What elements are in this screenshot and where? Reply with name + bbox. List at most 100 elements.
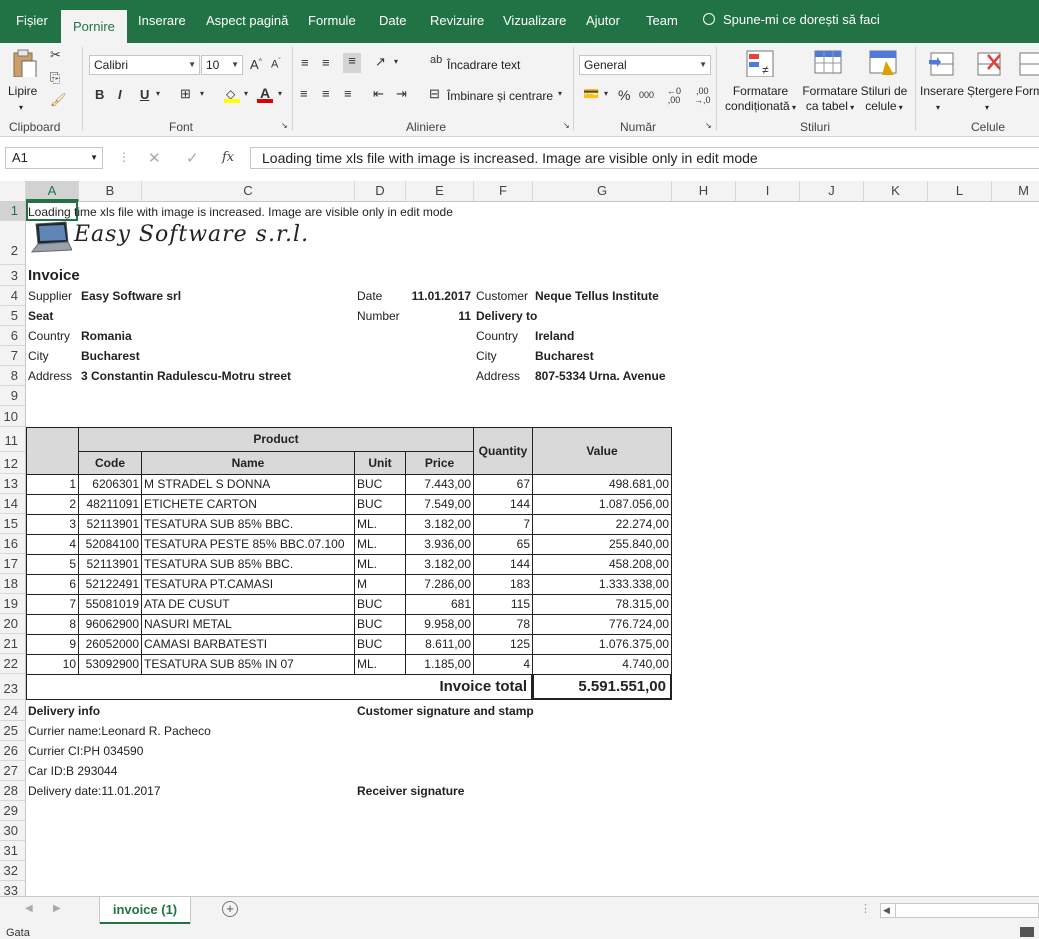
column-header-i[interactable]: I	[736, 181, 800, 201]
row-header[interactable]: 1	[0, 201, 25, 221]
column-header-h[interactable]: H	[672, 181, 736, 201]
merge-center-button[interactable]: Îmbinare și centrare	[447, 89, 553, 103]
column-header-a[interactable]: A	[26, 181, 79, 201]
row-header[interactable]: 24	[0, 700, 25, 721]
row-header[interactable]: 11	[0, 427, 25, 452]
column-header-d[interactable]: D	[355, 181, 406, 201]
bold-button[interactable]: B	[95, 87, 104, 102]
column-header-e[interactable]: E	[406, 181, 474, 201]
row-header[interactable]: 8	[0, 366, 25, 386]
scroll-left-icon[interactable]: ◀	[25, 903, 33, 914]
dialog-launcher-icon[interactable]: ↘	[281, 121, 288, 130]
tell-me-search[interactable]: Spune-mi ce dorești să faci	[703, 12, 880, 27]
row-header[interactable]: 9	[0, 386, 25, 406]
row-header[interactable]: 2	[0, 221, 25, 265]
sheet-tab-invoice[interactable]: invoice (1)	[100, 897, 190, 925]
chevron-down-icon[interactable]: ▾	[604, 89, 608, 98]
row-header[interactable]: 15	[0, 514, 25, 534]
chevron-down-icon[interactable]: ▾	[156, 89, 160, 98]
row-header[interactable]: 30	[0, 821, 25, 841]
horizontal-scrollbar[interactable]: ◀	[880, 903, 1039, 918]
tab-help[interactable]: Ajutor	[586, 12, 620, 30]
tab-formulas[interactable]: Formule	[308, 12, 356, 30]
row-header[interactable]: 14	[0, 494, 25, 514]
row-header[interactable]: 16	[0, 534, 25, 554]
paste-dropdown-icon[interactable]: ▾	[19, 100, 23, 115]
font-size-combo[interactable]: 10 ▼	[201, 55, 243, 75]
chevron-down-icon[interactable]: ▾	[200, 89, 204, 98]
chevron-down-icon[interactable]: ▾	[278, 89, 282, 98]
row-header[interactable]: 19	[0, 594, 25, 614]
align-right-icon[interactable]: ≡	[344, 86, 352, 101]
scroll-left-arrow-icon[interactable]: ◀	[883, 904, 890, 917]
row-header[interactable]: 26	[0, 741, 25, 761]
insert-function-icon[interactable]: fx	[222, 150, 234, 165]
add-sheet-icon[interactable]: +	[222, 901, 238, 917]
column-header-k[interactable]: K	[864, 181, 928, 201]
row-header[interactable]: 6	[0, 326, 25, 346]
row-header[interactable]: 28	[0, 781, 25, 801]
column-header-c[interactable]: C	[142, 181, 355, 201]
copy-icon[interactable]: ⎘	[50, 70, 60, 86]
select-all-corner[interactable]	[0, 181, 26, 201]
row-header[interactable]: 31	[0, 841, 25, 861]
chevron-down-icon[interactable]: ▾	[985, 100, 989, 115]
font-name-combo[interactable]: Calibri ▼	[89, 55, 200, 75]
insert-cells-button[interactable]: Inserare	[920, 84, 964, 99]
delete-cells-button[interactable]: Ștergere	[967, 84, 1013, 99]
dialog-launcher-icon[interactable]: ↘	[705, 121, 712, 130]
format-cells-button[interactable]: Form	[1015, 84, 1039, 99]
chevron-down-icon[interactable]: ▾	[558, 89, 562, 98]
format-as-table-button[interactable]: Formatare ca tabel ▾	[800, 84, 860, 115]
underline-button[interactable]: U	[140, 87, 149, 102]
splitter-icon[interactable]: ⋮	[860, 902, 871, 915]
decrease-indent-icon[interactable]: ⇤	[373, 86, 384, 102]
enter-icon[interactable]: ✓	[186, 149, 199, 167]
row-header[interactable]: 27	[0, 761, 25, 781]
row-header[interactable]: 13	[0, 474, 25, 494]
cut-icon[interactable]: ✂	[50, 47, 61, 63]
grow-font-icon[interactable]: A^	[250, 57, 262, 72]
tab-home[interactable]: Pornire	[61, 10, 127, 43]
chevron-down-icon[interactable]: ▾	[394, 57, 398, 66]
row-header[interactable]: 4	[0, 286, 25, 306]
name-box[interactable]: A1 ▼	[5, 147, 103, 169]
cell-styles-button[interactable]: Stiluri de celule ▾	[859, 84, 909, 115]
formula-input[interactable]: Loading time xls file with image is incr…	[250, 147, 1039, 169]
percent-button[interactable]: %	[618, 87, 630, 103]
column-header-m[interactable]: M	[992, 181, 1039, 201]
row-header[interactable]: 17	[0, 554, 25, 574]
scroll-right-icon[interactable]: ▶	[53, 903, 61, 914]
column-header-g[interactable]: G	[533, 181, 672, 201]
column-header-f[interactable]: F	[474, 181, 533, 201]
italic-button[interactable]: I	[118, 87, 122, 102]
align-bottom-icon[interactable]: ≡	[343, 53, 361, 73]
tab-team[interactable]: Team	[646, 12, 678, 30]
column-header-b[interactable]: B	[79, 181, 142, 201]
align-left-icon[interactable]: ≡	[300, 86, 308, 101]
number-format-combo[interactable]: General ▼	[579, 55, 711, 75]
tab-view[interactable]: Vizualizare	[503, 12, 566, 30]
dialog-launcher-icon[interactable]: ↘	[563, 121, 570, 130]
thousands-separator-button[interactable]: 000	[639, 90, 654, 100]
row-header[interactable]: 25	[0, 721, 25, 741]
row-header[interactable]: 29	[0, 801, 25, 821]
row-header[interactable]: 5	[0, 306, 25, 326]
row-header[interactable]: 18	[0, 574, 25, 594]
align-center-icon[interactable]: ≡	[322, 86, 330, 101]
decrease-decimal-icon[interactable]: ,00 →,0	[694, 87, 711, 105]
wrap-text-icon[interactable]: ab	[430, 54, 442, 66]
cell-a1[interactable]: Loading time xls file with image is incr…	[28, 202, 453, 222]
increase-indent-icon[interactable]: ⇥	[396, 86, 407, 102]
increase-decimal-icon[interactable]: ←0,00	[667, 87, 681, 105]
chevron-down-icon[interactable]: ▾	[936, 100, 940, 115]
conditional-formatting-button[interactable]: Formatare condiționată ▾	[723, 84, 798, 115]
row-header[interactable]: 23	[0, 674, 25, 700]
row-header[interactable]: 21	[0, 634, 25, 654]
merge-center-icon[interactable]: ⊟	[429, 86, 440, 102]
column-header-j[interactable]: J	[800, 181, 864, 201]
paste-button[interactable]: Lipire	[8, 84, 37, 99]
tab-data[interactable]: Date	[379, 12, 406, 30]
format-painter-icon[interactable]: 🖌	[50, 92, 67, 108]
tab-insert[interactable]: Inserare	[138, 12, 186, 30]
